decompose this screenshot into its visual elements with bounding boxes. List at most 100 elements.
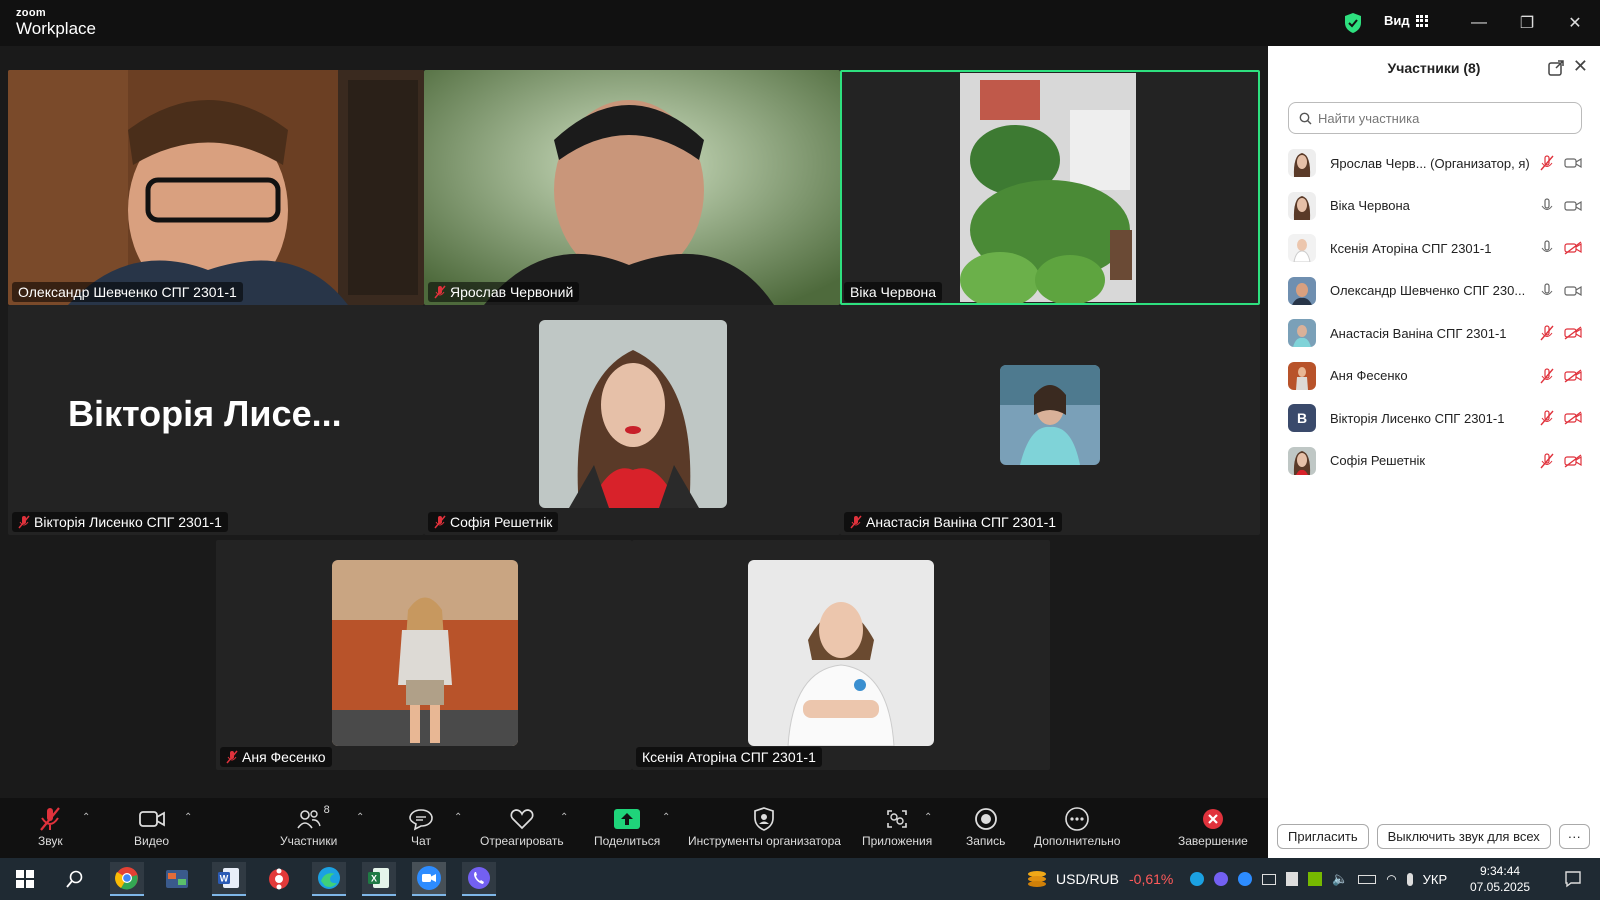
edge-icon[interactable] [312, 862, 346, 896]
zoom-app-icon[interactable] [412, 862, 446, 896]
close-icon[interactable]: ✕ [1562, 10, 1588, 36]
participant-row[interactable]: Олександр Шевченко СПГ 230... [1268, 270, 1600, 313]
notifications-icon[interactable] [1556, 862, 1590, 896]
video-on-icon[interactable] [1564, 200, 1582, 212]
chevron-up-icon[interactable]: ⌃ [924, 812, 932, 823]
minimize-icon[interactable]: — [1466, 10, 1492, 36]
video-tile[interactable]: Аня Фесенко [216, 540, 632, 770]
participant-row[interactable]: В Вікторія Лисенко СПГ 2301-1 [1268, 397, 1600, 440]
video-on-icon[interactable] [1564, 285, 1582, 297]
volume-icon[interactable]: 🔈 [1332, 871, 1348, 887]
chevron-up-icon[interactable]: ⌃ [662, 812, 670, 823]
nvidia-tray-icon[interactable] [1308, 872, 1322, 886]
participant-row[interactable]: Ксенія Аторіна СПГ 2301-1 [1268, 227, 1600, 270]
invite-button[interactable]: Пригласить [1277, 823, 1369, 849]
mic-muted-icon[interactable] [1540, 368, 1554, 384]
video-off-icon[interactable] [1564, 326, 1582, 340]
security-tray-icon[interactable] [1286, 872, 1298, 886]
more-options-button[interactable]: ··· [1558, 823, 1590, 849]
more-button[interactable]: Дополнительно [1034, 804, 1120, 848]
host-tools-button[interactable]: Инструменты организатора [688, 804, 841, 848]
share-screen-button[interactable]: Поделиться [594, 804, 660, 848]
apps-button[interactable]: Приложения [862, 804, 932, 848]
chevron-up-icon[interactable]: ⌃ [184, 812, 192, 823]
video-off-icon[interactable] [1564, 411, 1582, 425]
edge-tray-icon[interactable] [1190, 872, 1204, 886]
react-button[interactable]: Отреагировать [480, 804, 564, 848]
participant-row[interactable]: Віка Червона [1268, 185, 1600, 228]
mic-icon[interactable] [1540, 240, 1554, 256]
word-icon[interactable]: W [212, 862, 246, 896]
mic-muted-icon [850, 515, 862, 529]
clock-time: 9:34:44 [1480, 864, 1521, 878]
end-meeting-button[interactable]: Завершение [1178, 804, 1248, 848]
view-label: Вид [1384, 13, 1410, 28]
video-tile[interactable]: Анастасія Ваніна СПГ 2301-1 [840, 305, 1260, 535]
participants-button[interactable]: 8 Участники [280, 804, 337, 848]
chrome-icon[interactable] [110, 862, 144, 896]
avatar: В [1288, 404, 1316, 433]
mic-icon[interactable] [1540, 198, 1554, 214]
chevron-up-icon[interactable]: ⌃ [82, 812, 90, 823]
tile-name: Софія Решетнік [450, 514, 553, 530]
participant-row[interactable]: Анастасія Ваніна СПГ 2301-1 [1268, 312, 1600, 355]
participant-name: Ксенія Аторіна СПГ 2301-1 [1330, 240, 1492, 256]
video-on-icon[interactable] [1564, 157, 1582, 169]
search-icon[interactable] [58, 862, 92, 896]
mic-muted-icon[interactable] [1540, 410, 1554, 426]
clock[interactable]: 9:34:44 07.05.2025 [1470, 863, 1530, 895]
profile-photo [1000, 365, 1100, 465]
participant-row[interactable]: Софія Решетнік [1268, 440, 1600, 483]
zoom-tray-icon[interactable] [1238, 872, 1252, 886]
video-tile[interactable]: Ярослав Червоний [424, 70, 840, 305]
mute-all-button[interactable]: Выключить звук для всех [1376, 823, 1551, 849]
search-input[interactable]: Найти участника [1288, 102, 1582, 134]
mic-muted-icon[interactable] [1540, 155, 1554, 171]
video-tile[interactable]: Ксенія Аторіна СПГ 2301-1 [632, 540, 1050, 770]
host-tools-label: Инструменты организатора [688, 834, 841, 848]
video-off-icon[interactable] [1564, 454, 1582, 468]
pop-out-icon[interactable] [1548, 60, 1564, 76]
close-panel-icon[interactable]: ✕ [1573, 56, 1588, 77]
participant-row[interactable]: Ярослав Черв... (Организатор, я) [1268, 142, 1600, 185]
record-button[interactable]: Запись [966, 804, 1005, 848]
zoom-logo: zoom Workplace [16, 8, 96, 38]
mic-muted-icon [434, 285, 446, 299]
ticker-widget[interactable]: USD/RUB -0,61% [1026, 858, 1173, 900]
language-indicator[interactable]: УКР [1423, 872, 1448, 887]
app-red-icon[interactable] [262, 862, 296, 896]
video-tile[interactable]: Софія Решетнік [424, 305, 840, 535]
search-placeholder: Найти участника [1318, 110, 1420, 126]
shield-check-icon[interactable] [1343, 12, 1363, 34]
chat-icon [409, 809, 433, 831]
view-button[interactable]: Вид [1384, 13, 1428, 28]
chevron-up-icon[interactable]: ⌃ [356, 812, 364, 823]
apps-label: Приложения [862, 834, 933, 848]
viber-tray-icon[interactable] [1214, 872, 1228, 886]
video-button[interactable]: Видео [134, 804, 169, 848]
video-tile[interactable]: Вікторія Лисе... Вікторія Лисенко СПГ 23… [8, 305, 424, 535]
chevron-up-icon[interactable]: ⌃ [560, 812, 568, 823]
windows-start-icon[interactable] [8, 862, 42, 896]
restore-icon[interactable]: ❐ [1514, 10, 1540, 36]
excel-icon[interactable]: X [362, 862, 396, 896]
display-tray-icon[interactable] [1262, 873, 1276, 885]
video-feed [840, 70, 1260, 305]
video-off-icon[interactable] [1564, 369, 1582, 383]
mic-muted-icon[interactable] [1540, 453, 1554, 469]
mic-muted-icon[interactable] [1540, 325, 1554, 341]
tile-name: Анастасія Ваніна СПГ 2301-1 [866, 514, 1057, 530]
game-icon[interactable] [160, 862, 194, 896]
audio-button[interactable]: Звук [38, 804, 63, 848]
mic-icon[interactable] [1540, 283, 1554, 299]
video-tile-active-speaker[interactable]: Віка Червона [840, 70, 1260, 305]
video-tile[interactable]: Олександр Шевченко СПГ 2301-1 [8, 70, 424, 305]
mic-tray-icon[interactable] [1406, 872, 1413, 886]
participant-row[interactable]: Аня Фесенко [1268, 355, 1600, 398]
video-off-icon[interactable] [1564, 241, 1582, 255]
viber-icon[interactable] [462, 862, 496, 896]
chevron-up-icon[interactable]: ⌃ [454, 812, 462, 823]
wifi-icon[interactable]: ◠ [1386, 872, 1396, 886]
battery-icon[interactable] [1358, 874, 1377, 884]
chat-button[interactable]: Чат [408, 804, 434, 848]
